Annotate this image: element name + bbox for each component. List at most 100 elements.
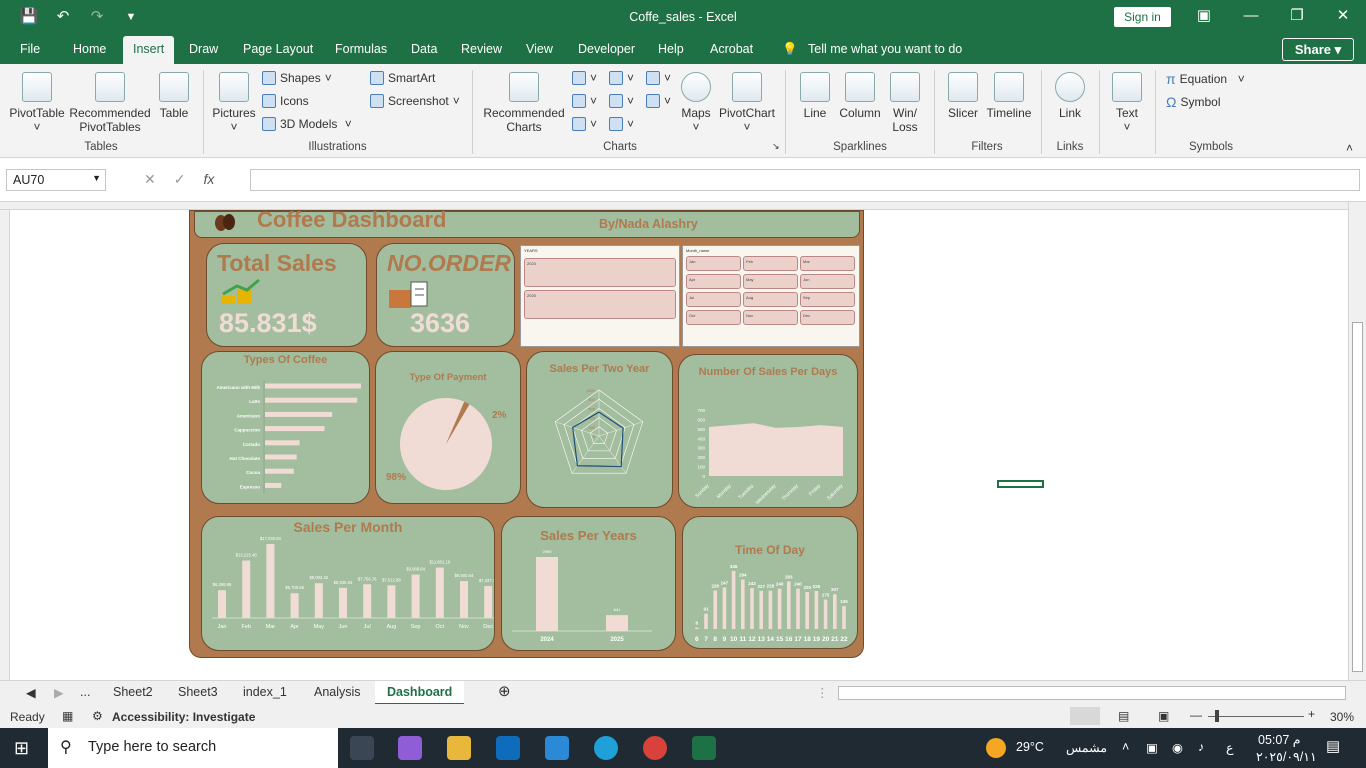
row-headers[interactable] [0,210,10,680]
zoom-slider-thumb[interactable] [1215,710,1219,722]
page-layout-view-icon[interactable]: ▤ [1118,709,1129,723]
zoom-level[interactable]: 30% [1330,710,1354,724]
slicer-item-jul[interactable]: Jul [686,292,741,307]
macro-record-icon[interactable]: ▦ [62,709,73,723]
close-icon[interactable]: ✕ [1333,6,1353,26]
tab-file[interactable]: File [20,42,40,56]
zoom-in-icon[interactable]: + [1308,707,1315,721]
sparkline-line-button[interactable]: Line [796,72,834,120]
month-slicer[interactable]: Month_name Jan Feb Mar Apr May Jun Jul Aug Sep Oc… [682,245,860,347]
timeline-button[interactable]: Timeline [984,72,1034,120]
combo-chart-dropdown[interactable]: ˅ [646,94,671,108]
notifications-icon[interactable]: ▤ [1326,737,1340,755]
pivottable-button[interactable]: PivotTable ˅ [8,72,66,134]
network-icon[interactable]: ▣ [1146,740,1158,755]
tab-help[interactable]: Help [658,42,684,56]
tab-review[interactable]: Review [461,42,502,56]
clock-date[interactable]: ٢٠٢٥/٠٩/١١ [1256,749,1317,764]
taskbar-search[interactable]: ⚲ Type here to search [48,728,338,768]
clock-time[interactable]: 05:07 م [1258,732,1301,747]
tab-split-handle[interactable]: ⋮ [816,685,829,700]
screenshot-button[interactable]: Screenshot ˅ [370,94,460,108]
total-sales-card[interactable]: Total Sales 85.831$ [206,243,367,347]
normal-view-icon[interactable] [1070,707,1100,725]
slicer-item-aug[interactable]: Aug [743,292,798,307]
store-icon[interactable] [545,736,569,760]
slicer-item-mar[interactable]: Mar [800,256,855,271]
tab-draw[interactable]: Draw [189,42,218,56]
payment-card[interactable]: Type Of Payment 98% 2% [375,351,521,504]
sales-per-years-card[interactable]: Sales Per Years 2995 2024 641 2025 [501,516,676,651]
sales-per-month-card[interactable]: Sales Per Month $6,398.86 Jan $13,215.48 Fe… [201,516,495,651]
volume-icon[interactable]: ♪ [1198,740,1204,754]
scroll-thumb[interactable] [1352,322,1363,672]
line-chart-dropdown[interactable]: ˅ [572,94,597,108]
maps-button[interactable]: Maps ˅ [678,72,714,134]
weather-sun-icon[interactable] [986,738,1006,758]
name-box-dropdown-icon[interactable]: ▼ [92,173,101,183]
slicer-item-2025[interactable]: 2025 [524,290,676,319]
equation-button[interactable]: π Equation ˅ [1166,71,1245,87]
slicer-button[interactable]: Slicer [944,72,982,120]
insert-function-icon[interactable]: fx [203,171,214,188]
3d-models-button[interactable]: 3D Models ˅ [262,117,352,131]
copilot-icon[interactable] [398,736,422,760]
ribbon-display-icon[interactable]: ▣ [1194,6,1214,26]
sheet-tab-analysis[interactable]: Analysis [314,685,361,699]
slicer-item-jun[interactable]: Jun [800,274,855,289]
scatter-chart-dropdown[interactable]: ˅ [609,117,634,131]
slicer-item-oct[interactable]: Oct [686,310,741,325]
tab-home[interactable]: Home [73,42,106,56]
scroll-tabs-right-icon[interactable]: ▶ [54,685,64,700]
waterfall-chart-dropdown[interactable]: ˅ [646,71,671,85]
file-explorer-icon[interactable] [447,736,471,760]
outlook-icon[interactable] [496,736,520,760]
tell-me-search[interactable]: Tell me what you want to do [808,42,962,56]
smartart-button[interactable]: SmartArt [370,71,435,85]
slicer-item-may[interactable]: May [743,274,798,289]
recommended-charts-button[interactable]: Recommended Charts [480,72,568,134]
sheet-tab-sheet3[interactable]: Sheet3 [178,685,218,699]
tab-view[interactable]: View [526,42,553,56]
pie-chart-dropdown[interactable]: ˅ [572,117,597,131]
types-of-coffee-card[interactable]: Types Of Coffee Americano with Milk Latte… [201,351,370,504]
slicer-item-2024[interactable]: 2024 [524,258,676,287]
input-language[interactable]: ع [1226,740,1233,755]
statistic-chart-dropdown[interactable]: ˅ [609,94,634,108]
slicer-item-jan[interactable]: Jan [686,256,741,271]
sparkline-winloss-button[interactable]: Win/ Loss [886,72,924,134]
column-chart-dropdown[interactable]: ˅ [572,71,597,85]
tab-page-layout[interactable]: Page Layout [243,42,313,56]
tab-data[interactable]: Data [411,42,437,56]
wifi-icon[interactable]: ◉ [1172,740,1183,755]
hierarchy-chart-dropdown[interactable]: ˅ [609,71,634,85]
orders-card[interactable]: NO.ORDER 3636 [376,243,515,347]
tab-acrobat[interactable]: Acrobat [710,42,753,56]
new-sheet-icon[interactable]: ⊕ [498,682,511,700]
maximize-icon[interactable]: ❐ [1287,6,1307,26]
shapes-button[interactable]: Shapes ˅ [262,71,332,85]
slicer-item-apr[interactable]: Apr [686,274,741,289]
years-slicer[interactable]: YEARS 2024 2025 [520,245,680,347]
zoom-slider[interactable] [1208,716,1304,717]
share-button[interactable]: Share ▾ [1282,38,1354,61]
name-box[interactable]: AU70 ▼ [6,169,106,191]
minimize-icon[interactable]: — [1241,6,1261,26]
sign-in-button[interactable]: Sign in [1114,7,1171,27]
column-headers[interactable] [0,202,1348,210]
pivotchart-button[interactable]: PivotChart ˅ [718,72,776,134]
zoom-out-icon[interactable]: — [1190,708,1202,722]
sales-per-days-card[interactable]: Number Of Sales Per Days 700 600 500 400 300… [678,354,858,508]
charts-dialog-launcher[interactable]: ↘ [772,141,780,152]
show-hidden-icons[interactable]: ˄ [1122,740,1129,754]
cancel-icon[interactable]: ✕ [144,171,156,188]
two-year-card[interactable]: Sales Per Two Year 1000 800 600 400 200 0 [526,351,673,508]
sparkline-column-button[interactable]: Column [836,72,884,120]
slicer-item-dec[interactable]: Dec [800,310,855,325]
edge-icon[interactable] [594,736,618,760]
symbol-button[interactable]: Ω Symbol [1166,94,1220,110]
horizontal-scrollbar[interactable] [838,686,1346,700]
excel-taskbar-icon[interactable] [692,736,716,760]
tab-formulas[interactable]: Formulas [335,42,387,56]
table-button[interactable]: Table [155,72,193,120]
